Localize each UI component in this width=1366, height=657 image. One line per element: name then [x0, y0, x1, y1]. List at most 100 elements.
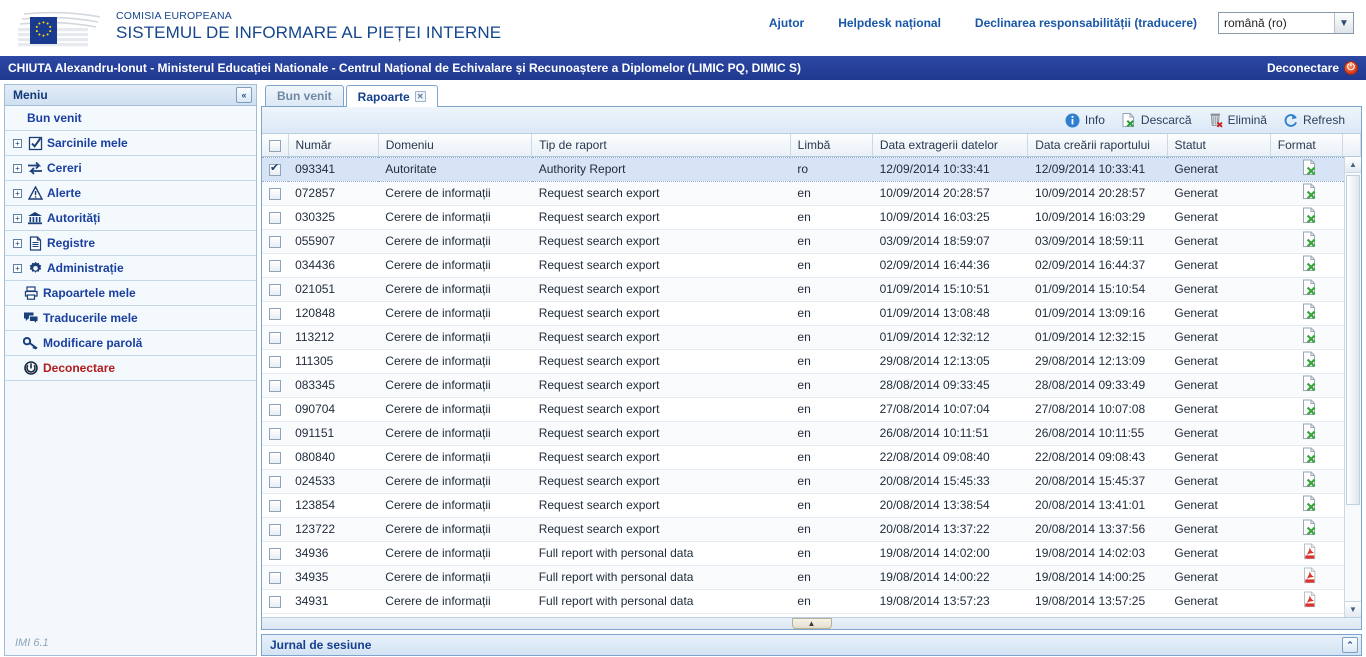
sidebar-item-alerte[interactable]: +Alerte: [5, 181, 256, 206]
row-checkbox[interactable]: [269, 428, 281, 440]
table-row[interactable]: 030325Cerere de informațiiRequest search…: [262, 205, 1361, 229]
table-row[interactable]: 072857Cerere de informațiiRequest search…: [262, 181, 1361, 205]
cell-format[interactable]: [1271, 469, 1343, 493]
elimin--button[interactable]: Elimină: [1200, 110, 1275, 130]
row-select-cell[interactable]: [262, 229, 288, 253]
refresh-button[interactable]: Refresh: [1275, 110, 1353, 130]
sidebar-collapse-button[interactable]: «: [236, 87, 252, 103]
table-row[interactable]: 111305Cerere de informațiiRequest search…: [262, 349, 1361, 373]
session-log-expand-button[interactable]: ⌃: [1342, 637, 1358, 653]
close-icon[interactable]: ✕: [415, 91, 426, 102]
cell-format[interactable]: [1271, 397, 1343, 421]
table-row[interactable]: 123854Cerere de informațiiRequest search…: [262, 493, 1361, 517]
row-checkbox[interactable]: [269, 404, 281, 416]
row-checkbox[interactable]: [269, 380, 281, 392]
helpdesk-link[interactable]: Helpdesk național: [821, 16, 958, 30]
excel-file-icon[interactable]: [1302, 207, 1318, 224]
scroll-up-button[interactable]: ▲: [1345, 157, 1361, 173]
cell-format[interactable]: [1271, 301, 1343, 325]
tab-rapoarte[interactable]: Rapoarte✕: [346, 85, 438, 107]
row-checkbox[interactable]: [269, 188, 281, 200]
column-header-tip[interactable]: Tip de raport: [532, 134, 791, 156]
cell-format[interactable]: [1271, 373, 1343, 397]
cell-format[interactable]: [1271, 205, 1343, 229]
table-row[interactable]: 113212Cerere de informațiiRequest search…: [262, 325, 1361, 349]
table-row[interactable]: 123722Cerere de informațiiRequest search…: [262, 517, 1361, 541]
cell-format[interactable]: [1271, 349, 1343, 373]
grid-vertical-scrollbar[interactable]: ▲ ▼: [1344, 157, 1361, 618]
expand-icon[interactable]: +: [13, 189, 22, 198]
table-row[interactable]: 093341AutoritateAuthority Reportro12/09/…: [262, 157, 1361, 181]
column-header-data_ex[interactable]: Data extragerii datelor: [872, 134, 1027, 156]
excel-file-icon[interactable]: [1302, 447, 1318, 464]
cell-format[interactable]: [1271, 181, 1343, 205]
cell-format[interactable]: [1271, 493, 1343, 517]
table-row[interactable]: 021051Cerere de informațiiRequest search…: [262, 277, 1361, 301]
sidebar-item-rapoartele-mele[interactable]: Rapoartele mele: [5, 281, 256, 306]
row-select-cell[interactable]: [262, 541, 288, 565]
table-row[interactable]: 34931Cerere de informațiiFull report wit…: [262, 589, 1361, 613]
row-checkbox[interactable]: [269, 332, 281, 344]
row-select-cell[interactable]: [262, 469, 288, 493]
row-select-cell[interactable]: [262, 301, 288, 325]
scrollbar-thumb[interactable]: [1346, 175, 1360, 505]
excel-file-icon[interactable]: [1302, 375, 1318, 392]
excel-file-icon[interactable]: [1302, 519, 1318, 536]
excel-file-icon[interactable]: [1302, 183, 1318, 200]
cell-format[interactable]: [1271, 277, 1343, 301]
session-log-bar[interactable]: Jurnal de sesiune ⌃: [261, 634, 1362, 656]
cell-format[interactable]: [1271, 565, 1343, 589]
column-header-numar[interactable]: Număr: [288, 134, 378, 156]
row-checkbox[interactable]: [269, 524, 281, 536]
table-row[interactable]: 091151Cerere de informațiiRequest search…: [262, 421, 1361, 445]
pdf-file-icon[interactable]: [1302, 567, 1318, 584]
row-select-cell[interactable]: [262, 181, 288, 205]
row-checkbox[interactable]: [269, 356, 281, 368]
table-row[interactable]: 34935Cerere de informațiiFull report wit…: [262, 565, 1361, 589]
sidebar-item-administra-ie[interactable]: +Administrație: [5, 256, 256, 281]
excel-file-icon[interactable]: [1302, 279, 1318, 296]
table-row[interactable]: 055907Cerere de informațiiRequest search…: [262, 229, 1361, 253]
help-link[interactable]: Ajutor: [752, 16, 821, 30]
select-all-header[interactable]: [262, 134, 288, 156]
row-select-cell[interactable]: [262, 325, 288, 349]
row-select-cell[interactable]: [262, 253, 288, 277]
column-header-data_cr[interactable]: Data creării raportului: [1028, 134, 1167, 156]
row-select-cell[interactable]: [262, 397, 288, 421]
row-checkbox[interactable]: [269, 212, 281, 224]
excel-file-icon[interactable]: [1302, 159, 1318, 176]
column-header-statut[interactable]: Statut: [1167, 134, 1270, 156]
expand-icon[interactable]: +: [13, 239, 22, 248]
excel-file-icon[interactable]: [1302, 471, 1318, 488]
sidebar-item-modificare-parol[interactable]: Modificare parolă: [5, 331, 256, 356]
disclaimer-link[interactable]: Declinarea responsabilității (traducere): [958, 16, 1214, 30]
row-select-cell[interactable]: [262, 421, 288, 445]
descarc--button[interactable]: Descarcă: [1113, 110, 1200, 130]
row-checkbox[interactable]: [269, 452, 281, 464]
panel-splitter-handle[interactable]: ▲: [792, 618, 832, 629]
row-checkbox[interactable]: [269, 596, 281, 608]
info-button[interactable]: Info: [1057, 110, 1113, 130]
row-checkbox[interactable]: [269, 164, 281, 176]
sidebar-item-bun-venit[interactable]: Bun venit: [5, 106, 256, 131]
excel-file-icon[interactable]: [1302, 495, 1318, 512]
scrollbar-track[interactable]: [1345, 173, 1361, 602]
table-row[interactable]: 024533Cerere de informațiiRequest search…: [262, 469, 1361, 493]
row-checkbox[interactable]: [269, 260, 281, 272]
row-select-cell[interactable]: [262, 277, 288, 301]
excel-file-icon[interactable]: [1302, 423, 1318, 440]
expand-icon[interactable]: +: [13, 214, 22, 223]
excel-file-icon[interactable]: [1302, 399, 1318, 416]
excel-file-icon[interactable]: [1302, 327, 1318, 344]
tab-bun-venit[interactable]: Bun venit: [265, 85, 344, 106]
row-select-cell[interactable]: [262, 493, 288, 517]
sidebar-item-traducerile-mele[interactable]: Traducerile mele: [5, 306, 256, 331]
cell-format[interactable]: [1271, 157, 1343, 181]
expand-icon[interactable]: +: [13, 139, 22, 148]
cell-format[interactable]: [1271, 229, 1343, 253]
row-checkbox[interactable]: [269, 500, 281, 512]
row-select-cell[interactable]: [262, 205, 288, 229]
row-select-cell[interactable]: [262, 517, 288, 541]
row-select-cell[interactable]: [262, 373, 288, 397]
table-row[interactable]: 090704Cerere de informațiiRequest search…: [262, 397, 1361, 421]
